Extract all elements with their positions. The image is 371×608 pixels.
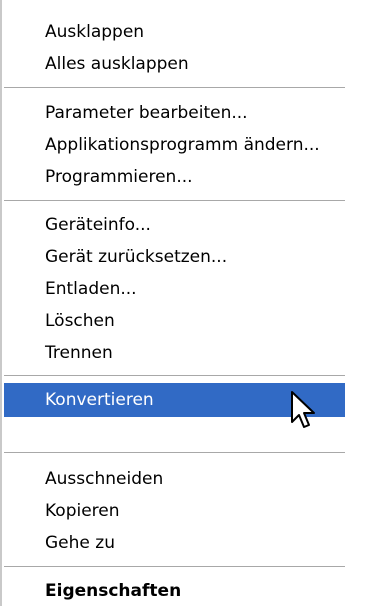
- menu-item-gehe-zu[interactable]: Gehe zu: [4, 526, 371, 560]
- menu-separator: [4, 375, 345, 377]
- menu-item-ausschneiden[interactable]: Ausschneiden: [4, 462, 371, 496]
- menu-separator: [4, 87, 345, 89]
- menu-item-ausklappen[interactable]: Ausklappen: [4, 15, 371, 49]
- menu-item-geraet-zuruecksetzen[interactable]: Gerät zurücksetzen...: [4, 240, 371, 274]
- menu-item-kopieren[interactable]: Kopieren: [4, 494, 371, 528]
- menu-item-eigenschaften[interactable]: Eigenschaften: [4, 574, 371, 608]
- menu-item-parameter-bearbeiten[interactable]: Parameter bearbeiten...: [4, 96, 371, 130]
- menu-item-geraeteinfo[interactable]: Geräteinfo...: [4, 208, 371, 242]
- menu-item-entladen[interactable]: Entladen...: [4, 272, 371, 306]
- menu-separator: [4, 566, 345, 568]
- context-menu: Ausklappen Alles ausklappen Parameter be…: [0, 0, 371, 606]
- menu-separator: [4, 200, 345, 202]
- menu-separator: [4, 452, 345, 454]
- menu-item-programmieren[interactable]: Programmieren...: [4, 160, 371, 194]
- menu-item-applikationsprogramm-aendern[interactable]: Applikationsprogramm ändern...: [4, 128, 371, 162]
- mouse-pointer-icon: [291, 391, 315, 428]
- menu-item-loeschen[interactable]: Löschen: [4, 304, 371, 338]
- menu-item-alles-ausklappen[interactable]: Alles ausklappen: [4, 47, 371, 81]
- menu-item-trennen[interactable]: Trennen: [4, 336, 371, 370]
